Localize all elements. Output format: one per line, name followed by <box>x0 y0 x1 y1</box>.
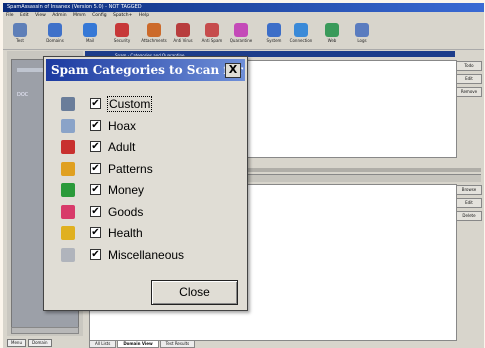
network-icon <box>48 23 62 37</box>
paperclip-icon <box>147 23 161 37</box>
question-icon <box>61 248 75 262</box>
toolbar-button-connection[interactable]: Connection <box>286 21 316 48</box>
toolbar-button-quarantine[interactable]: Quarantine <box>226 21 256 48</box>
tab-all-lists[interactable]: All Lists <box>89 340 117 348</box>
checkbox-hoax[interactable]: ✔ <box>90 120 101 131</box>
checkbox-health[interactable]: ✔ <box>90 227 101 238</box>
menu-help[interactable]: Help <box>139 13 149 18</box>
dialog-titlebar[interactable]: Spam Categories to Scan for X <box>46 59 245 81</box>
toolbar-button-security[interactable]: Security <box>107 21 137 48</box>
custom-icon <box>61 97 75 111</box>
todo-button[interactable]: Todo <box>456 61 482 71</box>
category-goods[interactable]: ✔ Goods <box>61 204 221 220</box>
tab-menu[interactable]: Menu <box>7 339 26 347</box>
close-button[interactable]: Close <box>151 280 238 305</box>
category-adult[interactable]: ✔ Adult <box>61 139 221 155</box>
spam-categories-dialog: Spam Categories to Scan for X ✔ Custom ✔ H… <box>43 56 248 311</box>
menu-item-5[interactable]: Mmm <box>73 13 86 18</box>
category-label: Patterns <box>108 162 153 176</box>
money-icon <box>61 183 75 197</box>
right-buttons-top: Todo Edit Remove <box>456 61 482 100</box>
category-custom[interactable]: ✔ Custom <box>61 96 221 112</box>
menu-file[interactable]: File <box>6 13 14 18</box>
tree-scrollbar[interactable] <box>11 327 79 334</box>
edit-lower-button[interactable]: Edit <box>456 198 482 208</box>
logs-icon <box>355 23 369 37</box>
checkbox-patterns[interactable]: ✔ <box>90 163 101 174</box>
right-buttons-bottom: Browse Edit Delete <box>456 185 482 224</box>
patterns-icon <box>61 162 75 176</box>
menu-spatch[interactable]: Spatch+ <box>113 13 132 18</box>
toolbar-button-mail[interactable]: Mail <box>75 21 105 48</box>
checkbox-goods[interactable]: ✔ <box>90 206 101 217</box>
tab-domain-view[interactable]: Domain View <box>117 340 159 348</box>
tab-domain[interactable]: Domain <box>27 339 52 347</box>
toolbar: Test Domains Mail Security Attachments A… <box>3 20 484 50</box>
magnifier-icon <box>13 23 27 37</box>
connection-icon <box>294 23 308 37</box>
lower-tabs: All Lists Domain View Test Results <box>89 340 196 348</box>
category-health[interactable]: ✔ Health <box>61 225 221 241</box>
category-hoax[interactable]: ✔ Hoax <box>61 118 221 134</box>
spam-icon <box>205 23 219 37</box>
hoax-icon <box>61 119 75 133</box>
menu-config[interactable]: Config <box>92 13 106 18</box>
toolbar-button-system[interactable]: System <box>259 21 289 48</box>
menu-edit[interactable]: Edit <box>20 13 29 18</box>
health-icon <box>61 226 75 240</box>
tab-test-results[interactable]: Test Results <box>159 340 196 348</box>
window-title: SpamAssassin of Insanex (Version 5.0) - … <box>3 3 484 12</box>
toolbar-button-domains[interactable]: Domains <box>40 21 70 48</box>
left-tabs: Menu Domain <box>7 339 54 347</box>
remove-button[interactable]: Remove <box>456 87 482 97</box>
toolbar-button-anti-spam[interactable]: Anti Spam <box>197 21 227 48</box>
shield-icon <box>115 23 129 37</box>
toolbar-button-anti-virus[interactable]: Anti Virus <box>168 21 198 48</box>
toolbar-button-web[interactable]: Web <box>317 21 347 48</box>
category-label: Goods <box>108 205 144 219</box>
category-patterns[interactable]: ✔ Patterns <box>61 161 221 177</box>
globe-icon <box>325 23 339 37</box>
close-icon[interactable]: X <box>225 63 241 78</box>
checkbox-miscellaneous[interactable]: ✔ <box>90 249 101 260</box>
delete-button[interactable]: Delete <box>456 211 482 221</box>
category-label: Health <box>108 226 143 240</box>
mail-icon <box>83 23 97 37</box>
category-label: Adult <box>108 140 136 154</box>
browse-button[interactable]: Browse <box>456 185 482 195</box>
toolbar-button-test[interactable]: Test <box>5 21 35 48</box>
category-miscellaneous[interactable]: ✔ Miscellaneous <box>61 247 221 263</box>
virus-icon <box>176 23 190 37</box>
menu-bar: File Edit View Admin Mmm Config Spatch+ … <box>3 12 484 20</box>
tree-item-label[interactable]: DOC <box>17 92 28 98</box>
menu-admin[interactable]: Admin <box>52 13 66 18</box>
edit-button[interactable]: Edit <box>456 74 482 84</box>
menu-view[interactable]: View <box>35 13 46 18</box>
dialog-title: Spam Categories to Scan for <box>51 63 243 77</box>
adult-icon <box>61 140 75 154</box>
goods-icon <box>61 205 75 219</box>
quarantine-icon <box>234 23 248 37</box>
checkbox-custom[interactable]: ✔ <box>90 98 101 109</box>
category-label: Money <box>108 183 145 197</box>
checkbox-adult[interactable]: ✔ <box>90 141 101 152</box>
system-icon <box>267 23 281 37</box>
toolbar-button-logs[interactable]: Logs <box>347 21 377 48</box>
category-label: Miscellaneous <box>108 248 185 262</box>
category-label: Hoax <box>108 119 137 133</box>
checkbox-money[interactable]: ✔ <box>90 184 101 195</box>
toolbar-button-attachments[interactable]: Attachments <box>139 21 169 48</box>
category-money[interactable]: ✔ Money <box>61 182 221 198</box>
category-label: Custom <box>107 96 153 112</box>
